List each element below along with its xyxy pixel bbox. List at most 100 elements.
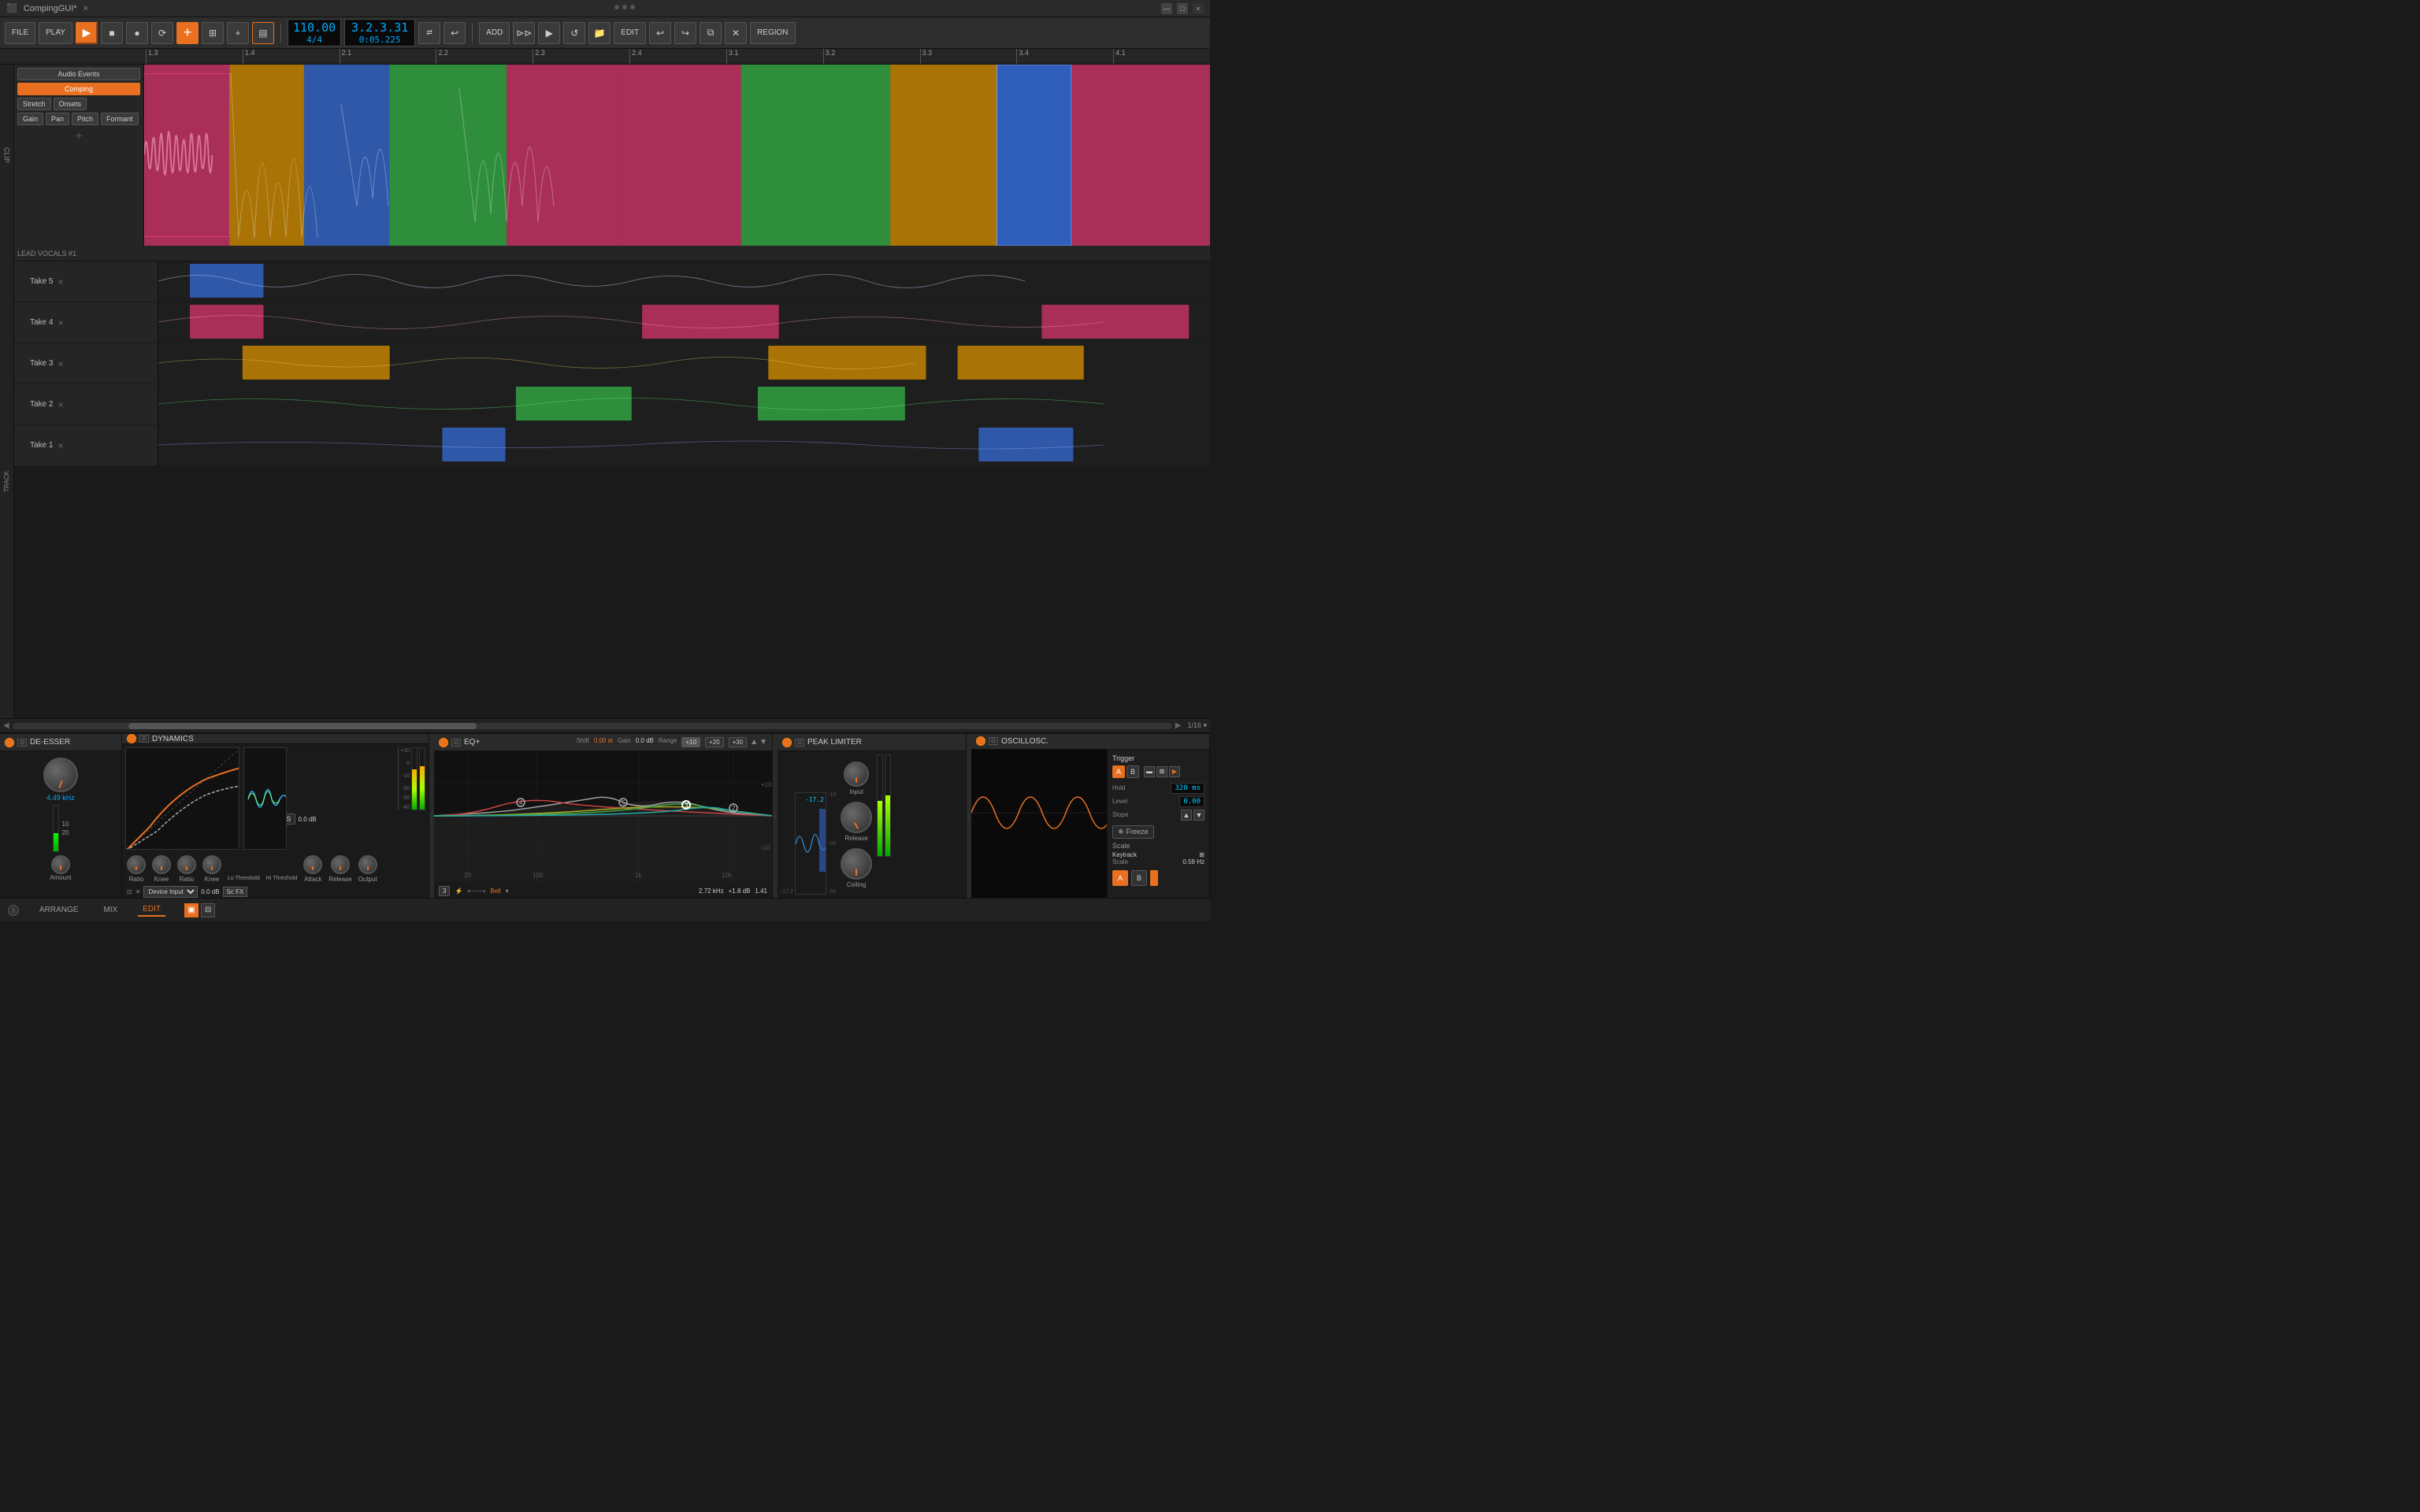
formant-btn[interactable]: Formant <box>101 113 139 125</box>
sc-fx-btn[interactable]: Sc FX <box>223 887 248 897</box>
eq-link-icon[interactable]: ⟵⟶ <box>467 888 485 895</box>
plus-track-btn[interactable]: + <box>227 22 249 44</box>
comp-wave-area[interactable] <box>144 65 1210 246</box>
stop-btn[interactable]: ■ <box>101 22 123 44</box>
comping-btn[interactable]: Comping <box>17 83 140 95</box>
take-5-close[interactable]: × <box>58 276 63 287</box>
undo-btn[interactable]: ↩ <box>649 22 671 44</box>
scroll-left-arrow[interactable]: ◀ <box>3 721 9 730</box>
play2-btn[interactable]: ▶ <box>538 22 560 44</box>
eq-range-10[interactable]: +10 <box>681 737 700 747</box>
take-1-close[interactable]: × <box>58 440 63 451</box>
position-display[interactable]: 3.2.3.31 0:05.225 <box>344 19 415 46</box>
de-esser-power[interactable] <box>5 738 14 747</box>
de-esser-freq-knob[interactable] <box>43 758 78 792</box>
trigger-a-btn[interactable]: A <box>1112 765 1125 778</box>
de-esser-io-btn[interactable]: ⊡ <box>17 739 27 747</box>
take-3-close[interactable]: × <box>58 358 63 369</box>
sync-btn[interactable]: ⇄ <box>418 22 440 44</box>
edit-tab[interactable]: EDIT <box>138 903 165 917</box>
play-btn[interactable]: ▶ <box>76 22 98 44</box>
eq-range-20[interactable]: +20 <box>705 737 724 747</box>
take-3-wave[interactable] <box>158 343 1210 384</box>
pan-btn[interactable]: Pan <box>46 113 69 125</box>
close-tab-btn[interactable]: × <box>84 4 88 13</box>
slope-up-btn[interactable]: ▲ <box>1181 810 1192 821</box>
loop-btn[interactable]: ⟳ <box>151 22 173 44</box>
pitch-btn[interactable]: Pitch <box>72 113 98 125</box>
device-input-select[interactable]: Device Input <box>143 886 198 898</box>
minimize-btn[interactable]: — <box>1161 3 1172 14</box>
take-4-wave[interactable] <box>158 302 1210 343</box>
dynamics-io-btn[interactable]: ⊡ <box>139 735 149 743</box>
hold-value[interactable]: 320 ms <box>1171 783 1204 794</box>
pl-ceiling-knob[interactable] <box>841 848 872 880</box>
grid-btn[interactable]: ⊞ <box>202 22 224 44</box>
take-2-close[interactable]: × <box>58 399 63 410</box>
marker-btn[interactable]: ⊳⊳ <box>513 22 535 44</box>
oscilloscope-power[interactable] <box>976 736 985 746</box>
trigger-b-btn[interactable]: B <box>1126 765 1139 778</box>
region-btn[interactable]: REGION <box>750 22 795 44</box>
onsets-btn[interactable]: Onsets <box>54 98 87 110</box>
add-icon[interactable]: + <box>75 130 82 144</box>
output-knob[interactable] <box>358 855 377 874</box>
release-knob[interactable] <box>331 855 350 874</box>
eq-power-icon[interactable]: ⚡ <box>455 888 462 895</box>
file-btn[interactable]: FILE <box>5 22 35 44</box>
delete-btn[interactable]: ✕ <box>725 22 747 44</box>
eq-dropdown-icon[interactable]: ▾ <box>506 888 509 895</box>
comp-view-btn[interactable]: ▤ <box>252 22 274 44</box>
maximize-btn[interactable]: □ <box>1177 3 1188 14</box>
eq-graph-area[interactable]: 4 5 3 2 20 100 1k 10k +10 -10 <box>434 751 772 884</box>
freeze-btn[interactable]: ❄ Freeze <box>1112 825 1154 839</box>
eq-power[interactable] <box>439 738 448 747</box>
oscilloscope-io-btn[interactable]: ⊡ <box>989 737 998 745</box>
mix-tab[interactable]: MIX <box>98 904 122 916</box>
take-5-wave[interactable] <box>158 261 1210 302</box>
final-b-btn[interactable]: B <box>1131 870 1147 886</box>
view-mode-split[interactable]: ⊟ <box>201 903 215 917</box>
keytrack-grid-icon[interactable]: ⊞ <box>1199 851 1204 858</box>
attack-knob[interactable] <box>303 855 322 874</box>
redo-btn[interactable]: ↪ <box>674 22 696 44</box>
slope-down-btn[interactable]: ▼ <box>1193 810 1204 821</box>
stretch-btn[interactable]: Stretch <box>17 98 51 110</box>
ratio2-knob[interactable] <box>177 855 196 874</box>
audio-events-btn[interactable]: Audio Events <box>17 68 140 80</box>
play-label-btn[interactable]: PLAY <box>39 22 72 44</box>
pl-release-knob[interactable] <box>841 802 872 833</box>
view-mode-single[interactable]: ▣ <box>184 903 199 917</box>
eq-io-btn[interactable]: ⊡ <box>451 739 461 747</box>
take-1-wave[interactable] <box>158 425 1210 465</box>
final-a-btn[interactable]: A <box>1112 870 1128 886</box>
scrollbar-track[interactable] <box>13 723 1172 729</box>
trig-mode-1[interactable]: ▬ <box>1144 766 1155 777</box>
knee1-knob[interactable] <box>152 855 171 874</box>
peak-limiter-io-btn[interactable]: ⊡ <box>795 739 804 747</box>
trig-mode-3[interactable]: ▶ <box>1169 766 1180 777</box>
arrange-tab[interactable]: ARRANGE <box>35 904 83 916</box>
loop2-btn[interactable]: ↩ <box>444 22 466 44</box>
peak-limiter-power[interactable] <box>782 738 792 747</box>
add-btn[interactable]: + <box>176 22 199 44</box>
eq-bell-label[interactable]: Bell <box>490 888 500 895</box>
trig-mode-2[interactable]: ⊠ <box>1156 766 1167 777</box>
pl-input-knob[interactable] <box>844 762 869 787</box>
dynamics-power[interactable] <box>127 734 136 743</box>
scrollbar-thumb[interactable] <box>128 723 477 729</box>
de-esser-amount-knob[interactable] <box>51 855 70 874</box>
edit-btn[interactable]: EDIT <box>614 22 646 44</box>
scroll-right-arrow[interactable]: ▶ <box>1175 721 1182 730</box>
take-2-wave[interactable] <box>158 384 1210 424</box>
record-btn[interactable]: ● <box>126 22 148 44</box>
info-icon[interactable]: i <box>8 905 19 916</box>
ratio1-knob[interactable] <box>127 855 146 874</box>
folder-btn[interactable]: 📁 <box>588 22 611 44</box>
copy-btn[interactable]: ⧉ <box>700 22 722 44</box>
level-value[interactable]: 0.00 <box>1179 796 1204 807</box>
eq-band-num[interactable]: 3 <box>439 886 450 896</box>
add-toolbar-btn[interactable]: ADD <box>479 22 510 44</box>
knee2-knob[interactable] <box>202 855 221 874</box>
eq-range-30[interactable]: +30 <box>729 737 748 747</box>
